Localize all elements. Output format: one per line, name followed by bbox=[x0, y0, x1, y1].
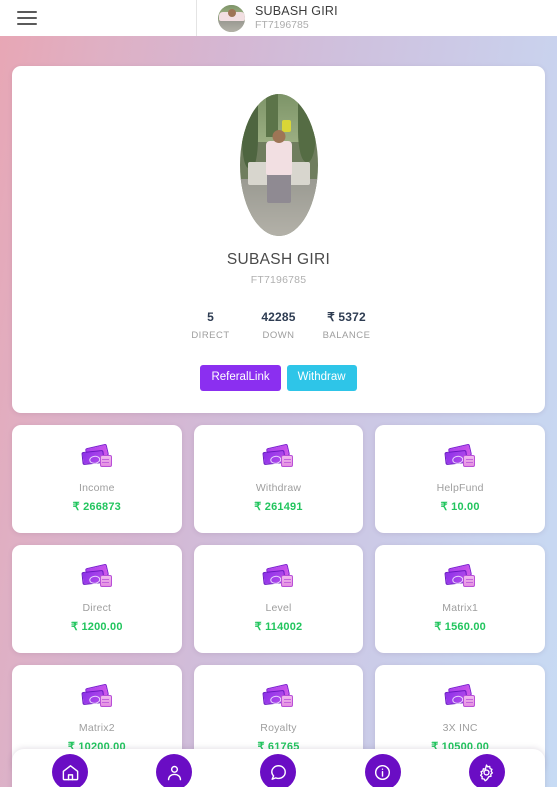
money-stack-icon bbox=[444, 443, 476, 471]
chat-icon bbox=[269, 763, 288, 782]
stat-label: DOWN bbox=[262, 330, 295, 341]
nav-home[interactable] bbox=[52, 754, 89, 787]
card-title: Level bbox=[265, 601, 292, 614]
page-title: SUBASH GIRI bbox=[226, 251, 331, 268]
stat-down: 42285 DOWN bbox=[245, 310, 313, 341]
card-helpfund[interactable]: HelpFund ₹ 10.00 bbox=[375, 424, 545, 533]
hamburger-line bbox=[17, 17, 37, 19]
card-title: Matrix2 bbox=[78, 721, 115, 734]
card-matrix1[interactable]: Matrix1 ₹ 1560.00 bbox=[375, 544, 545, 653]
hamburger-menu-icon[interactable] bbox=[17, 11, 37, 25]
gear-icon bbox=[477, 763, 496, 782]
money-stack-icon bbox=[81, 683, 112, 711]
hamburger-line bbox=[17, 23, 37, 25]
money-stack-icon bbox=[81, 443, 112, 471]
info-icon bbox=[373, 763, 392, 782]
stat-direct: 5 DIRECT bbox=[177, 310, 245, 341]
nav-info[interactable] bbox=[364, 754, 401, 787]
card-value: ₹ 261491 bbox=[254, 500, 303, 513]
card-value: ₹ 266873 bbox=[72, 500, 122, 513]
money-stack-icon bbox=[444, 683, 476, 711]
withdraw-button[interactable]: Withdraw bbox=[286, 365, 357, 391]
profile-stats: 5 DIRECT 42285 DOWN ₹ 5372 BALANCE bbox=[12, 310, 545, 341]
nav-profile[interactable] bbox=[156, 754, 193, 787]
card-title: Direct bbox=[82, 601, 112, 614]
nav-settings[interactable] bbox=[468, 754, 505, 787]
card-value: ₹ 114002 bbox=[254, 620, 303, 633]
stat-value: 42285 bbox=[261, 310, 296, 324]
card-title: HelpFund bbox=[436, 481, 484, 494]
card-withdraw[interactable]: Withdraw ₹ 261491 bbox=[193, 424, 364, 533]
money-stack-icon bbox=[262, 683, 294, 711]
header-user-block[interactable]: SUBASH GIRI FT7196785 bbox=[207, 0, 338, 36]
user-photo-avatar bbox=[239, 94, 318, 236]
stat-value: ₹ 5372 bbox=[327, 310, 366, 324]
home-icon bbox=[61, 763, 80, 782]
referral-link-button[interactable]: ReferalLink bbox=[200, 365, 281, 391]
card-title: 3X INC bbox=[442, 721, 478, 734]
stat-value: 5 bbox=[207, 310, 214, 324]
stat-balance: ₹ 5372 BALANCE bbox=[313, 310, 381, 341]
card-level[interactable]: Level ₹ 114002 bbox=[193, 544, 364, 653]
money-stack-icon bbox=[81, 563, 112, 591]
person-icon bbox=[165, 763, 184, 782]
card-income[interactable]: Income ₹ 266873 bbox=[12, 424, 182, 533]
stat-label: DIRECT bbox=[191, 330, 230, 341]
header-divider bbox=[196, 0, 197, 36]
bottom-navigation-bar bbox=[12, 749, 545, 787]
card-value: ₹ 1200.00 bbox=[71, 620, 123, 633]
money-stack-icon bbox=[262, 563, 294, 591]
card-title: Matrix1 bbox=[442, 601, 479, 614]
profile-user-id: FT7196785 bbox=[250, 274, 307, 286]
card-value: ₹ 10.00 bbox=[440, 500, 480, 513]
card-title: Withdraw bbox=[255, 481, 302, 494]
card-value: ₹ 1560.00 bbox=[434, 620, 486, 633]
header-avatar bbox=[218, 4, 245, 32]
profile-card: SUBASH GIRI FT7196785 5 DIRECT 42285 DOW… bbox=[12, 66, 545, 413]
page-scroll-area: SUBASH GIRI FT7196785 5 DIRECT 42285 DOW… bbox=[0, 36, 557, 787]
hamburger-line bbox=[17, 11, 37, 13]
card-title: Royalty bbox=[260, 721, 297, 734]
card-direct[interactable]: Direct ₹ 1200.00 bbox=[12, 544, 182, 653]
money-stack-icon bbox=[262, 443, 294, 471]
card-title: Income bbox=[79, 481, 115, 494]
header-user-name: SUBASH GIRI bbox=[255, 4, 338, 19]
app-header: SUBASH GIRI FT7196785 bbox=[0, 0, 557, 36]
stat-label: BALANCE bbox=[322, 330, 371, 341]
header-user-id: FT7196785 bbox=[255, 19, 309, 32]
money-stack-icon bbox=[444, 563, 476, 591]
nav-support[interactable] bbox=[260, 754, 297, 787]
stat-card-grid: Income ₹ 266873 Withdraw ₹ 261491 HelpFu… bbox=[12, 424, 545, 773]
profile-actions: ReferalLink Withdraw bbox=[12, 365, 545, 391]
